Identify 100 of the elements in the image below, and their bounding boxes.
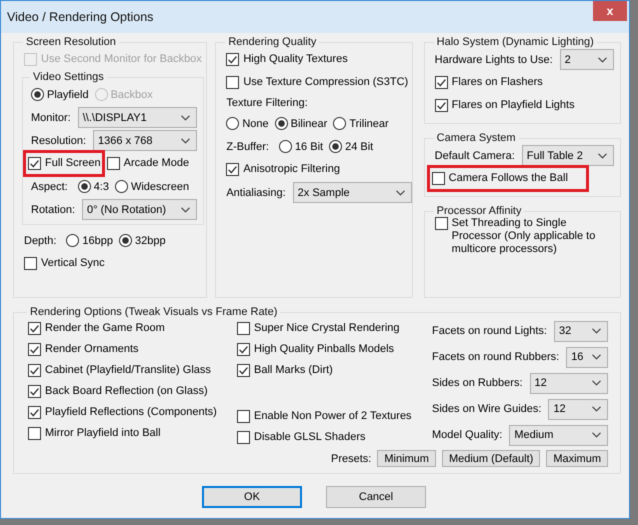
- checkbox-label[interactable]: Enable Non Power of 2 Textures: [254, 410, 412, 423]
- field-label: Default Camera:: [434, 150, 515, 162]
- checkbox[interactable]: [434, 76, 448, 89]
- checkbox-label[interactable]: Use Texture Compression (S3TC): [243, 76, 408, 89]
- dropdown[interactable]: 1366 x 768: [93, 130, 198, 151]
- radio-label[interactable]: Playfield: [47, 88, 89, 100]
- checkbox-label[interactable]: Back Board Reflection (on Glass): [45, 385, 208, 398]
- caret-icon: [396, 190, 405, 196]
- checkbox[interactable]: [237, 364, 250, 377]
- checkbox[interactable]: [226, 163, 240, 176]
- radio-label[interactable]: 32bpp: [135, 234, 166, 246]
- dropdown[interactable]: 32: [554, 320, 608, 342]
- dropdown[interactable]: \\.\DISPLAY1: [78, 107, 198, 128]
- dropdown[interactable]: 12: [530, 372, 608, 394]
- checkbox[interactable]: [237, 410, 250, 423]
- checkbox[interactable]: [434, 99, 448, 112]
- group-title: Halo System (Dynamic Lighting): [436, 36, 595, 48]
- dropdown[interactable]: 2x Sample: [292, 182, 412, 203]
- checkbox[interactable]: [28, 385, 41, 398]
- radio-label[interactable]: Bilinear: [290, 118, 328, 130]
- checkbox[interactable]: [237, 343, 250, 356]
- field-label: Hardware Lights to Use:: [434, 54, 553, 66]
- checkbox[interactable]: [28, 427, 41, 440]
- checkmark-icon: [239, 366, 248, 374]
- radio-button[interactable]: [66, 234, 80, 247]
- caret-icon: [181, 114, 190, 120]
- group-title: Video Settings: [32, 71, 105, 83]
- dropdown[interactable]: 2: [560, 49, 614, 70]
- checkbox[interactable]: [226, 76, 240, 89]
- radio-button[interactable]: [119, 234, 132, 247]
- checkbox-label[interactable]: Mirror Playfield into Ball: [45, 427, 161, 440]
- checkbox[interactable]: [226, 53, 240, 66]
- group-title: Processor Affinity: [436, 205, 522, 217]
- checkbox-label[interactable]: Flares on Playfield Lights: [452, 99, 575, 112]
- preset-button[interactable]: Minimum: [377, 450, 436, 467]
- field-label: Monitor:: [31, 112, 71, 124]
- checkbox-label[interactable]: Cabinet (Playfield/Translite) Glass: [45, 364, 211, 377]
- radio-button[interactable]: [278, 140, 292, 153]
- dialog-button[interactable]: Cancel: [326, 486, 426, 508]
- checkbox-label[interactable]: Flares on Flashers: [452, 76, 543, 89]
- checkbox-label[interactable]: Disable GLSL Shaders: [254, 431, 366, 444]
- checkbox[interactable]: [24, 257, 37, 270]
- checkbox[interactable]: [432, 172, 445, 185]
- radio-button[interactable]: [333, 117, 346, 130]
- radio-button[interactable]: [329, 140, 342, 153]
- checkbox-label[interactable]: Render Ornaments: [45, 343, 139, 356]
- close-button[interactable]: x: [593, 1, 627, 21]
- checkbox-label[interactable]: Super Nice Crystal Rendering: [254, 322, 400, 335]
- dialog-button[interactable]: OK: [202, 486, 302, 508]
- field-label: Z-Buffer:: [226, 140, 269, 152]
- checkbox-label[interactable]: Camera Follows the Ball: [448, 172, 568, 185]
- checkbox-label[interactable]: High Quality Textures: [243, 53, 348, 66]
- caret-icon: [598, 152, 607, 158]
- checkbox-label[interactable]: High Quality Pinballs Models: [254, 343, 394, 356]
- checkmark-icon: [228, 166, 238, 174]
- checkmark-icon: [30, 366, 39, 374]
- preset-button[interactable]: Medium (Default): [442, 450, 540, 467]
- radio-label[interactable]: 4:3: [94, 180, 109, 192]
- checkbox[interactable]: [106, 157, 120, 170]
- field-label: Rotation:: [31, 204, 76, 216]
- caret-icon: [592, 328, 601, 334]
- dropdown[interactable]: 12: [548, 398, 608, 420]
- field-label: Sides on Rubbers:: [432, 377, 522, 389]
- radio-button[interactable]: [226, 117, 240, 130]
- checkbox-label[interactable]: Render the Game Room: [45, 322, 165, 335]
- checkbox-label[interactable]: Playfield Reflections (Components): [45, 406, 217, 419]
- radio-button[interactable]: [78, 180, 91, 193]
- checkbox-label[interactable]: Ball Marks (Dirt): [254, 364, 333, 377]
- checkbox-label[interactable]: Full Screen: [45, 157, 101, 170]
- radio-label[interactable]: 24 Bit: [345, 140, 374, 152]
- preset-button[interactable]: Maximum: [546, 450, 608, 467]
- checkbox-label[interactable]: Vertical Sync: [41, 257, 105, 270]
- dropdown[interactable]: Full Table 2: [522, 145, 614, 166]
- checkbox[interactable]: [434, 217, 448, 230]
- checkbox[interactable]: [237, 322, 250, 335]
- checkmark-icon: [30, 324, 39, 332]
- checkbox[interactable]: [28, 406, 41, 419]
- radio-label[interactable]: Widescreen: [130, 180, 190, 192]
- radio-label[interactable]: Trilinear: [349, 118, 389, 130]
- checkbox[interactable]: [28, 322, 41, 335]
- dropdown[interactable]: Medium: [509, 424, 608, 446]
- caret-icon: [592, 354, 601, 360]
- checkbox-label[interactable]: Anisotropic Filtering: [243, 163, 340, 176]
- radio-button[interactable]: [31, 88, 44, 101]
- checkmark-icon: [436, 102, 446, 110]
- dropdown[interactable]: 16: [566, 346, 608, 368]
- radio-label[interactable]: 16bpp: [82, 234, 114, 246]
- checkbox[interactable]: [28, 157, 41, 170]
- radio-label[interactable]: 16 Bit: [294, 140, 324, 152]
- presets-label: Presets:: [330, 452, 372, 464]
- radio-label[interactable]: None: [242, 118, 269, 130]
- checkbox[interactable]: [28, 364, 41, 377]
- dropdown[interactable]: 0° (No Rotation): [82, 199, 198, 220]
- checkbox-label[interactable]: Set Threading to Single Processor (Only applicable to multicore processors): [452, 217, 614, 256]
- radio-button[interactable]: [114, 180, 128, 193]
- checkbox-label[interactable]: Arcade Mode: [124, 157, 190, 170]
- field-label: Facets on round Rubbers:: [432, 351, 560, 363]
- checkbox[interactable]: [237, 431, 250, 444]
- radio-button[interactable]: [274, 117, 288, 130]
- checkbox[interactable]: [28, 343, 41, 356]
